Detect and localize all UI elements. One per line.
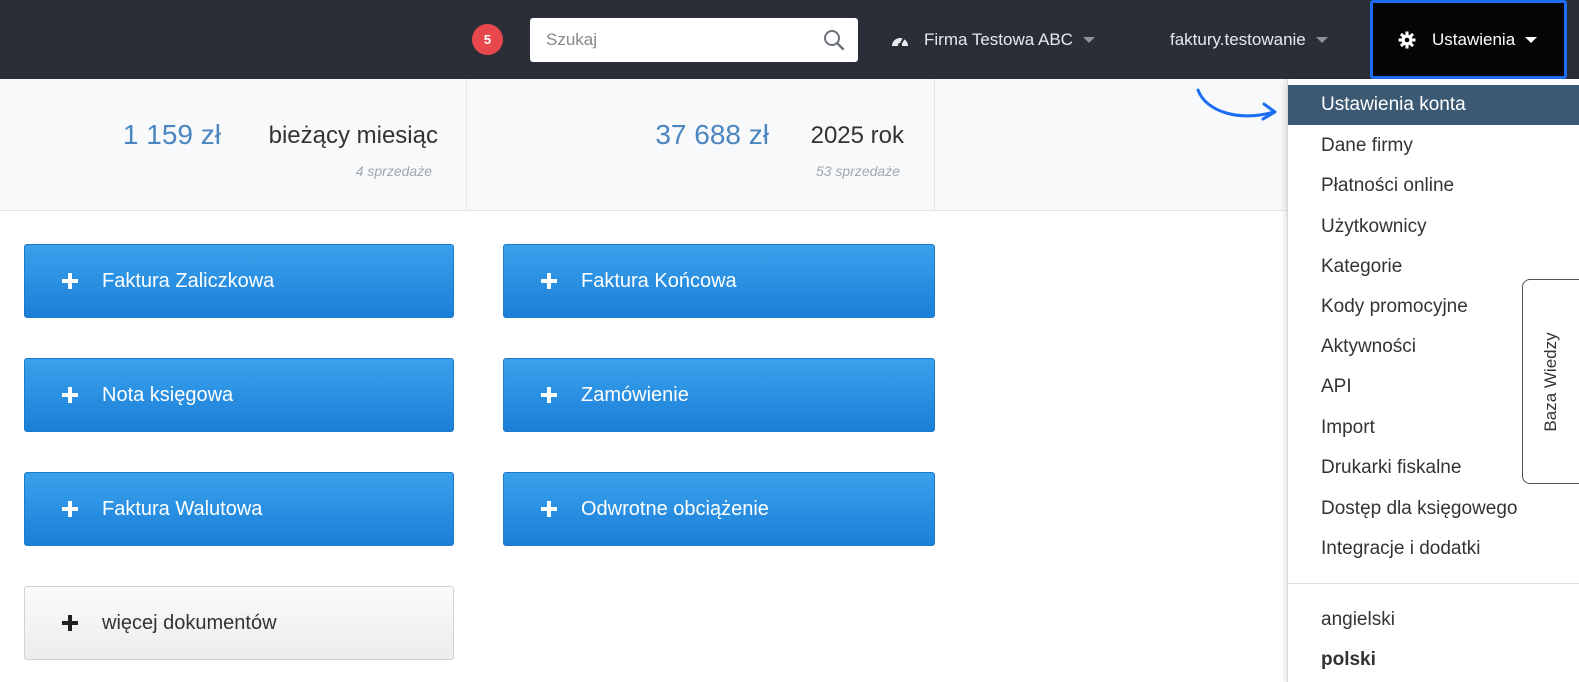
plus-icon [62, 615, 78, 631]
stat-amount: 1 159 zł [122, 119, 221, 150]
plus-icon [541, 387, 557, 403]
more-documents-button[interactable]: więcej dokumentów [24, 586, 454, 660]
search-input[interactable] [530, 18, 810, 62]
menu-item-platnosci-online[interactable]: Płatności online [1288, 166, 1579, 206]
stat-year: 37 688 zł 2025 rok 53 sprzedaże [467, 79, 935, 211]
account-name: faktury.testowanie [1170, 29, 1306, 49]
faktura-zaliczkowa-button[interactable]: Faktura Zaliczkowa [24, 244, 454, 318]
menu-divider [1288, 583, 1579, 584]
caret-down-icon [1315, 36, 1328, 43]
search-icon[interactable] [822, 28, 846, 52]
button-label: Nota księgowa [102, 383, 234, 406]
search-box [530, 18, 858, 62]
annotation-arrow-icon [1196, 88, 1277, 121]
notification-badge[interactable]: 5 [472, 24, 503, 55]
button-label: Faktura Zaliczkowa [102, 269, 275, 292]
gear-icon [1398, 31, 1416, 49]
zamowienie-button[interactable]: Zamówienie [503, 358, 935, 432]
button-label: Zamówienie [581, 383, 689, 406]
plus-icon [541, 273, 557, 289]
menu-item-ustawienia-konta[interactable]: Ustawienia konta [1288, 85, 1579, 125]
plus-icon [541, 501, 557, 517]
menu-item-dane-firmy[interactable]: Dane firmy [1288, 126, 1579, 166]
settings-label: Ustawienia [1432, 29, 1516, 49]
sales-stats: 1 159 zł bieżący miesiąc 4 sprzedaże 37 … [0, 79, 1290, 211]
stat-label: bieżący miesiąc [268, 122, 438, 149]
plus-icon [62, 501, 78, 517]
knowledge-base-tab[interactable]: Baza Wiedzy [1522, 279, 1579, 484]
plus-icon [62, 387, 78, 403]
nota-ksiegowa-button[interactable]: Nota księgowa [24, 358, 454, 432]
menu-item-integracje-i-dodatki[interactable]: Integracje i dodatki [1288, 529, 1579, 569]
plus-icon [62, 273, 78, 289]
button-label: więcej dokumentów [102, 611, 277, 634]
caret-down-icon [1525, 36, 1538, 43]
language-english[interactable]: angielski [1288, 600, 1579, 640]
stat-current-month: 1 159 zł bieżący miesiąc 4 sprzedaże [0, 79, 467, 211]
caret-down-icon [1082, 36, 1095, 43]
odwrotne-obciazenie-button[interactable]: Odwrotne obciążenie [503, 472, 935, 546]
dashboard-gauge-icon [890, 32, 910, 48]
button-label: Odwrotne obciążenie [581, 497, 769, 520]
company-name: Firma Testowa ABC [924, 29, 1073, 49]
top-navbar: 5 Firma Testowa ABC faktury.testowanie U… [0, 0, 1579, 79]
language-polish[interactable]: polski [1288, 640, 1579, 680]
knowledge-base-label: Baza Wiedzy [1541, 332, 1560, 432]
settings-menu-toggle[interactable]: Ustawienia [1398, 0, 1538, 79]
stat-label: 2025 rok [810, 122, 904, 149]
button-label: Faktura Końcowa [581, 269, 737, 292]
stat-count: 4 sprzedaże [355, 163, 432, 179]
stat-amount: 37 688 zł [655, 119, 769, 150]
button-label: Faktura Walutowa [102, 497, 263, 520]
company-switcher[interactable]: Firma Testowa ABC [890, 0, 1095, 79]
faktura-koncowa-button[interactable]: Faktura Końcowa [503, 244, 935, 318]
menu-item-uzytkownicy[interactable]: Użytkownicy [1288, 207, 1579, 247]
stat-count: 53 sprzedaże [815, 163, 900, 179]
faktura-walutowa-button[interactable]: Faktura Walutowa [24, 472, 454, 546]
account-switcher[interactable]: faktury.testowanie [1170, 0, 1328, 79]
menu-item-dostep-dla-ksiegowego[interactable]: Dostęp dla księgowego [1288, 489, 1579, 529]
